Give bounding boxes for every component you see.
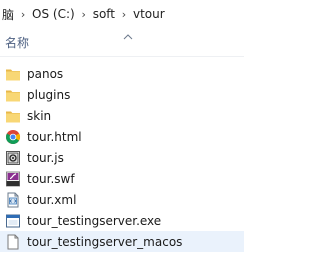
js-file-icon <box>5 150 21 166</box>
exe-file-icon <box>5 213 21 229</box>
blank-file-icon <box>5 234 21 250</box>
file-name: panos <box>27 66 64 81</box>
list-item-panos[interactable]: panos <box>0 63 244 84</box>
column-header-row[interactable]: 名称 <box>0 30 244 54</box>
file-name: tour_testingserver.exe <box>27 213 162 228</box>
list-item-tour-swf[interactable]: tour.swf <box>0 168 244 189</box>
file-name: skin <box>27 108 52 123</box>
file-name: tour.html <box>27 129 82 144</box>
breadcrumb-separator[interactable]: › <box>16 8 30 21</box>
address-bar[interactable]: 脑 › OS (C:) › soft › vtour <box>0 0 244 28</box>
chrome-icon <box>5 129 21 145</box>
header-divider <box>0 56 244 57</box>
list-item-tour-testingserver-macos[interactable]: tour_testingserver_macos <box>0 231 244 252</box>
file-name: plugins <box>27 87 71 102</box>
folder-icon <box>5 87 21 103</box>
file-name: tour.swf <box>27 171 75 186</box>
breadcrumb-separator[interactable]: › <box>117 8 131 21</box>
list-item-tour-js[interactable]: tour.js <box>0 147 244 168</box>
breadcrumb-this-pc[interactable]: 脑 <box>0 6 16 23</box>
file-name: tour.js <box>27 150 64 165</box>
list-item-tour-xml[interactable]: tour.xml <box>0 189 244 210</box>
list-item-tour-testingserver-exe[interactable]: tour_testingserver.exe <box>0 210 244 231</box>
list-item-plugins[interactable]: plugins <box>0 84 244 105</box>
file-name: tour_testingserver_macos <box>27 234 183 249</box>
xml-file-icon <box>5 192 21 208</box>
folder-icon <box>5 66 21 82</box>
file-list: panos plugins skin tour.html tour.js tou… <box>0 63 244 252</box>
list-item-skin[interactable]: skin <box>0 105 244 126</box>
list-item-tour-html[interactable]: tour.html <box>0 126 244 147</box>
swf-file-icon <box>5 171 21 187</box>
file-name: tour.xml <box>27 192 77 207</box>
breadcrumb-separator[interactable]: › <box>77 8 91 21</box>
breadcrumb-drive-c[interactable]: OS (C:) <box>30 7 77 21</box>
chevron-up-icon <box>123 34 133 40</box>
column-header-name[interactable]: 名称 <box>0 34 29 51</box>
breadcrumb-soft[interactable]: soft <box>91 7 117 21</box>
folder-icon <box>5 108 21 124</box>
breadcrumb-vtour[interactable]: vtour <box>131 7 167 21</box>
